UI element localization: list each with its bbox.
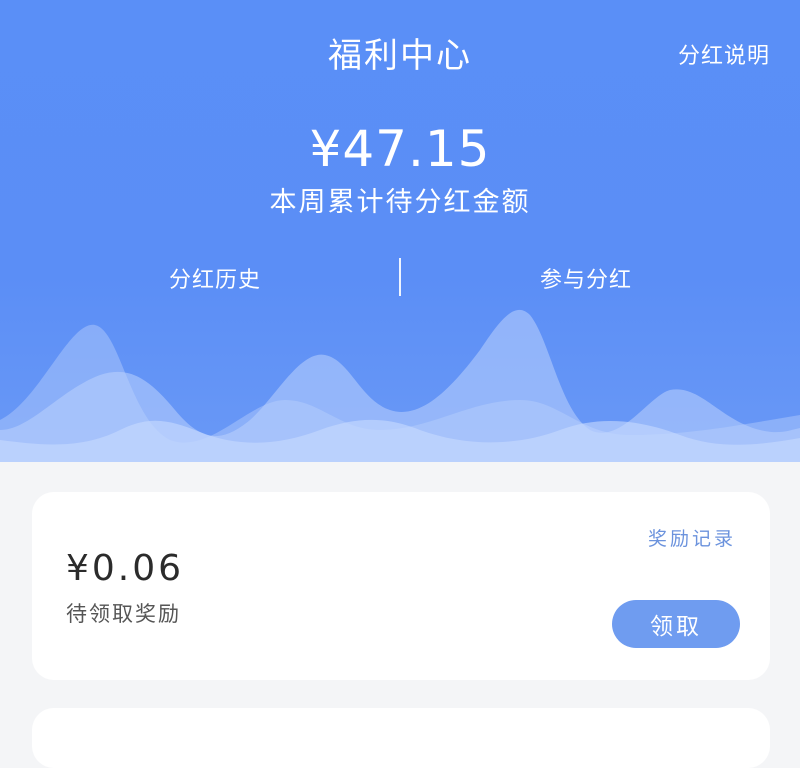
- hero-action-bar: 分红历史 参与分红: [0, 256, 800, 298]
- pending-reward-label: 待领取奖励: [66, 602, 181, 626]
- weekly-dividend-label: 本周累计待分红金额: [269, 187, 531, 218]
- claim-button[interactable]: 领取: [612, 600, 740, 648]
- reward-card: 奖励记录 ¥0.06 待领取奖励 领取: [32, 492, 770, 680]
- reward-history-link[interactable]: 奖励记录: [648, 524, 736, 551]
- wave-decoration: [0, 309, 800, 462]
- action-divider: [399, 258, 401, 296]
- dividend-rules-link[interactable]: 分红说明: [678, 38, 770, 70]
- hero-banner: 福利中心 分红说明 ¥47.15 本周累计待分红金额 分红历史 参与分红: [0, 0, 800, 462]
- dividend-history-button[interactable]: 分红历史: [65, 262, 365, 294]
- participate-dividend-button[interactable]: 参与分红: [436, 262, 736, 294]
- next-card: [32, 708, 770, 768]
- weekly-dividend-amount: ¥47.15: [309, 120, 491, 178]
- pending-reward-amount: ¥0.06: [66, 548, 185, 589]
